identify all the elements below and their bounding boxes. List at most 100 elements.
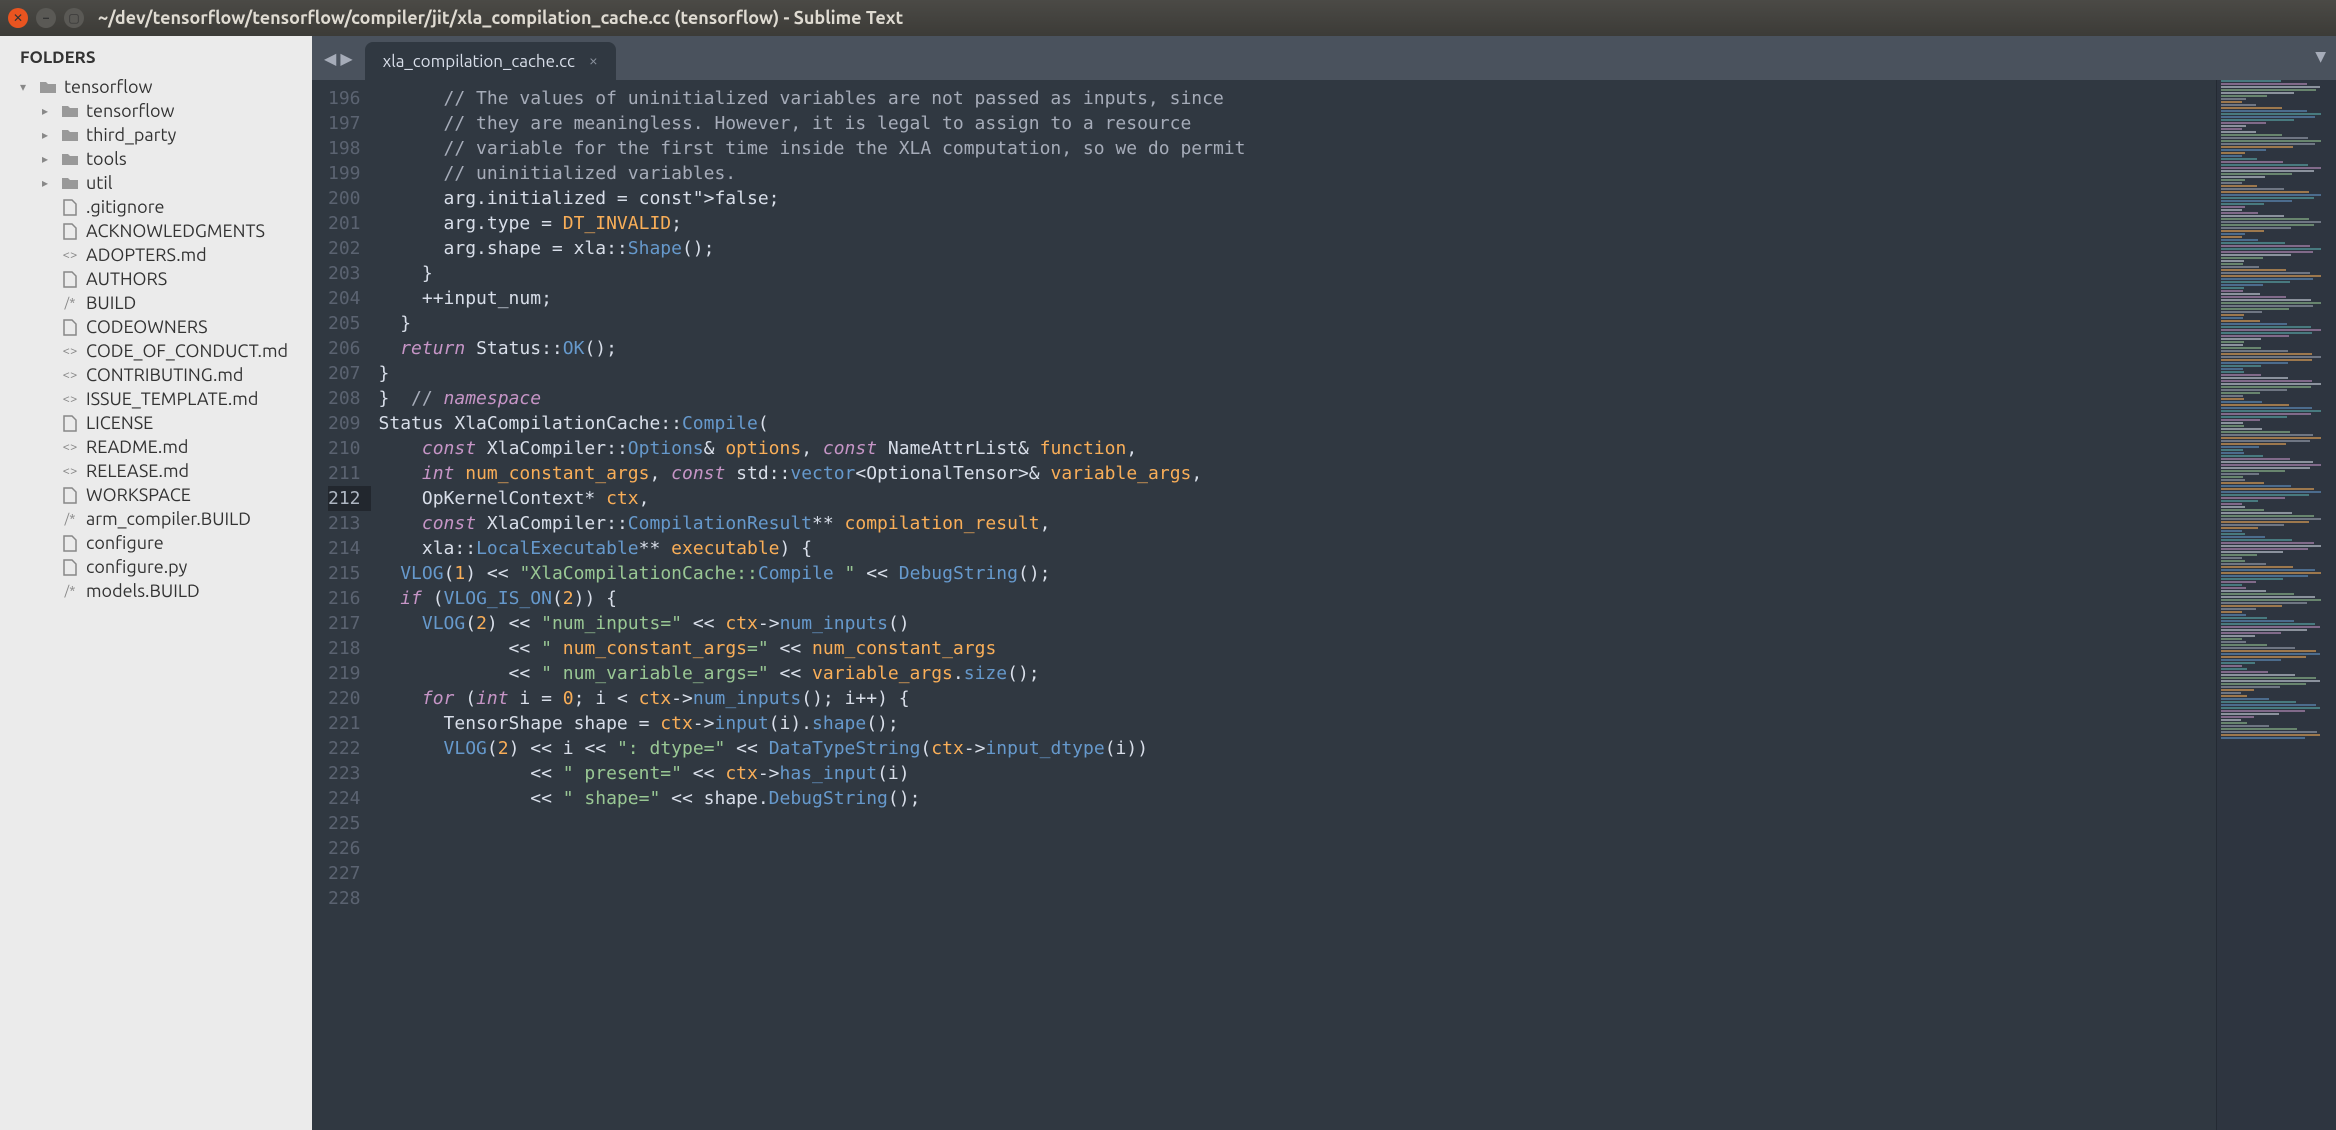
titlebar: ✕ – ▢ ~/dev/tensorflow/tensorflow/compil… — [0, 0, 2336, 36]
line-number: 214 — [328, 536, 361, 561]
tree-file[interactable]: AUTHORS — [0, 267, 312, 291]
tree-folder[interactable]: ▸ tools — [0, 147, 312, 171]
code-line: } — [379, 261, 2216, 286]
code-line: VLOG(2) << i << ": dtype=" << DataTypeSt… — [379, 736, 2216, 761]
chevron-icon: ▸ — [42, 152, 54, 166]
line-number: 202 — [328, 236, 361, 261]
code-line: const XlaCompiler::CompilationResult** c… — [379, 511, 2216, 536]
tree-label: ISSUE_TEMPLATE.md — [86, 389, 258, 409]
tree-label: configure — [86, 533, 164, 553]
tree-label: tools — [86, 149, 127, 169]
folder-icon — [60, 104, 80, 118]
minimize-icon[interactable]: – — [36, 8, 56, 28]
tab-close-icon[interactable]: × — [589, 52, 598, 70]
markdown-icon: <> — [60, 368, 80, 382]
tree-folder[interactable]: ▸util — [0, 171, 312, 195]
tree-label: README.md — [86, 437, 188, 457]
line-number: 217 — [328, 611, 361, 636]
chevron-icon: ▾ — [20, 80, 32, 94]
line-number: 215 — [328, 561, 361, 586]
build-icon: /* — [60, 584, 80, 598]
nav-forward-icon[interactable]: ▶ — [340, 49, 352, 68]
line-number: 224 — [328, 786, 361, 811]
window-title: ~/dev/tensorflow/tensorflow/compiler/jit… — [98, 8, 903, 28]
file-icon — [60, 223, 80, 240]
line-number: 226 — [328, 836, 361, 861]
line-number: 220 — [328, 686, 361, 711]
line-number: 197 — [328, 111, 361, 136]
code-line: } — [379, 361, 2216, 386]
code-line: // they are meaningless. However, it is … — [379, 111, 2216, 136]
code-line: const XlaCompiler::Options& options, con… — [379, 436, 2216, 461]
line-number: 210 — [328, 436, 361, 461]
tree-label: third_party — [86, 125, 176, 145]
tree-file[interactable]: LICENSE — [0, 411, 312, 435]
tree-file[interactable]: /*arm_compiler.BUILD — [0, 507, 312, 531]
tree-file[interactable]: /*models.BUILD — [0, 579, 312, 603]
tree-file[interactable]: configure — [0, 531, 312, 555]
code-line: int num_constant_args, const std::vector… — [379, 461, 2216, 486]
file-icon — [60, 559, 80, 576]
line-number: 213 — [328, 511, 361, 536]
tree-folder[interactable]: ▸tensorflow — [0, 99, 312, 123]
line-number: 225 — [328, 811, 361, 836]
tree-label: BUILD — [86, 293, 136, 313]
tree-folder[interactable]: ▸third_party — [0, 123, 312, 147]
build-icon: /* — [60, 296, 80, 310]
folder-icon — [60, 128, 80, 142]
code-line: VLOG(2) << "num_inputs=" << ctx->num_inp… — [379, 611, 2216, 636]
tree-label: .gitignore — [86, 197, 164, 217]
tree-file[interactable]: .gitignore — [0, 195, 312, 219]
code-line: xla::LocalExecutable** executable) { — [379, 536, 2216, 561]
folder-icon — [38, 80, 58, 94]
line-number: 198 — [328, 136, 361, 161]
tab-label: xla_compilation_cache.cc — [383, 52, 575, 71]
tree-file[interactable]: WORKSPACE — [0, 483, 312, 507]
minimap[interactable] — [2216, 80, 2336, 1130]
sidebar-header: FOLDERS — [0, 44, 312, 75]
nav-back-icon[interactable]: ◀ — [324, 49, 336, 68]
line-number: 228 — [328, 886, 361, 911]
line-number: 205 — [328, 311, 361, 336]
line-number: 216 — [328, 586, 361, 611]
tree-label: tensorflow — [86, 101, 174, 121]
line-number: 221 — [328, 711, 361, 736]
tree-file[interactable]: <>ADOPTERS.md — [0, 243, 312, 267]
line-number: 218 — [328, 636, 361, 661]
line-number: 223 — [328, 761, 361, 786]
tree-label: RELEASE.md — [86, 461, 189, 481]
markdown-icon: <> — [60, 464, 80, 478]
tree-file[interactable]: ACKNOWLEDGMENTS — [0, 219, 312, 243]
line-number: 204 — [328, 286, 361, 311]
sidebar: FOLDERS ▾tensorflow▸tensorflow▸third_par… — [0, 36, 312, 1130]
tree-file[interactable]: <> RELEASE.md — [0, 459, 312, 483]
maximize-icon[interactable]: ▢ — [64, 8, 84, 28]
code-line: if (VLOG_IS_ON(2)) { — [379, 586, 2216, 611]
tree-file[interactable]: CODEOWNERS — [0, 315, 312, 339]
tree-file[interactable]: <>README.md — [0, 435, 312, 459]
line-number: 208 — [328, 386, 361, 411]
code-line: // The values of uninitialized variables… — [379, 86, 2216, 111]
tab-overflow-icon[interactable]: ▼ — [2315, 48, 2326, 65]
line-number: 222 — [328, 736, 361, 761]
tree-file[interactable]: <>CONTRIBUTING.md — [0, 363, 312, 387]
tree-file[interactable]: /* BUILD — [0, 291, 312, 315]
code-line: } // namespace — [379, 386, 2216, 411]
tab-active[interactable]: xla_compilation_cache.cc × — [365, 42, 616, 80]
line-number: 212 — [328, 486, 371, 511]
tree-file[interactable]: configure.py — [0, 555, 312, 579]
code-editor[interactable]: // The values of uninitialized variables… — [371, 80, 2216, 1130]
tree-label: AUTHORS — [86, 269, 167, 289]
tree-label: LICENSE — [86, 413, 153, 433]
code-line: arg.shape = xla::Shape(); — [379, 236, 2216, 261]
close-icon[interactable]: ✕ — [8, 8, 28, 28]
code-line: TensorShape shape = ctx->input(i).shape(… — [379, 711, 2216, 736]
line-number: 203 — [328, 261, 361, 286]
file-icon — [60, 487, 80, 504]
tree-file[interactable]: <>ISSUE_TEMPLATE.md — [0, 387, 312, 411]
file-icon — [60, 535, 80, 552]
tree-file[interactable]: <>CODE_OF_CONDUCT.md — [0, 339, 312, 363]
line-number: 207 — [328, 361, 361, 386]
line-number: 219 — [328, 661, 361, 686]
tree-root[interactable]: ▾tensorflow — [0, 75, 312, 99]
